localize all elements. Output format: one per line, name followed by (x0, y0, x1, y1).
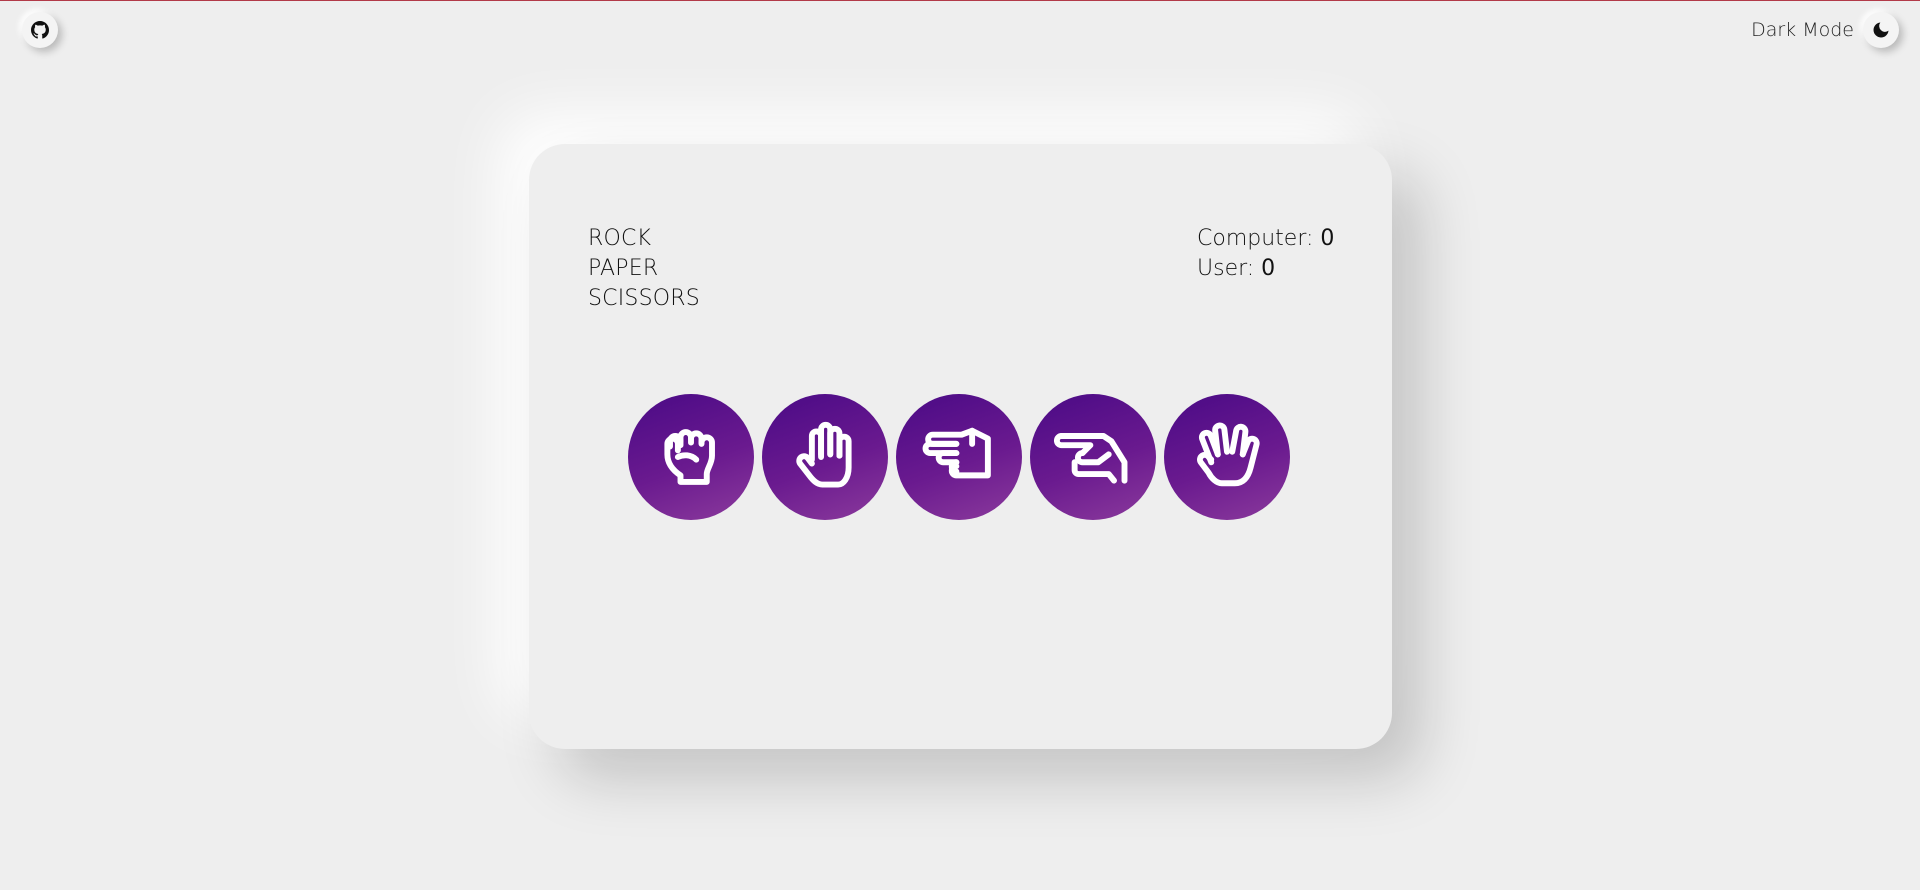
computer-score-label: Computer: (1197, 226, 1314, 251)
github-button[interactable] (22, 12, 58, 48)
computer-score-row: Computer: 0 (1197, 224, 1334, 254)
moon-icon (1873, 22, 1889, 38)
computer-score-value: 0 (1320, 226, 1335, 251)
spock-button[interactable] (1164, 394, 1290, 520)
user-score-row: User: 0 (1197, 254, 1334, 284)
user-score-label: User: (1197, 256, 1255, 281)
scissors-button[interactable] (896, 394, 1022, 520)
paper-hand-icon (796, 421, 852, 488)
choice-buttons (628, 394, 1290, 520)
title-line-paper: PAPER (588, 256, 659, 281)
game-card: ROCK PAPER SCISSORS Computer: 0 User: 0 (529, 144, 1392, 749)
paper-button[interactable] (762, 394, 888, 520)
lizard-hand-icon (1054, 433, 1128, 484)
spock-hand-icon (1197, 422, 1260, 487)
scoreboard: Computer: 0 User: 0 (1197, 224, 1334, 284)
title-line-scissors: SCISSORS (588, 286, 700, 311)
game-title: ROCK PAPER SCISSORS (588, 224, 700, 314)
top-accent-line (0, 0, 1920, 1)
title-line-rock: ROCK (588, 226, 652, 251)
user-score-value: 0 (1261, 256, 1276, 281)
dark-mode-label: Dark Mode (1751, 19, 1854, 41)
rock-hand-icon (664, 429, 715, 485)
dark-mode-toggle[interactable] (1863, 12, 1899, 48)
scissors-hand-icon (922, 427, 991, 479)
rock-button[interactable] (628, 394, 754, 520)
lizard-button[interactable] (1030, 394, 1156, 520)
github-icon (31, 21, 49, 39)
